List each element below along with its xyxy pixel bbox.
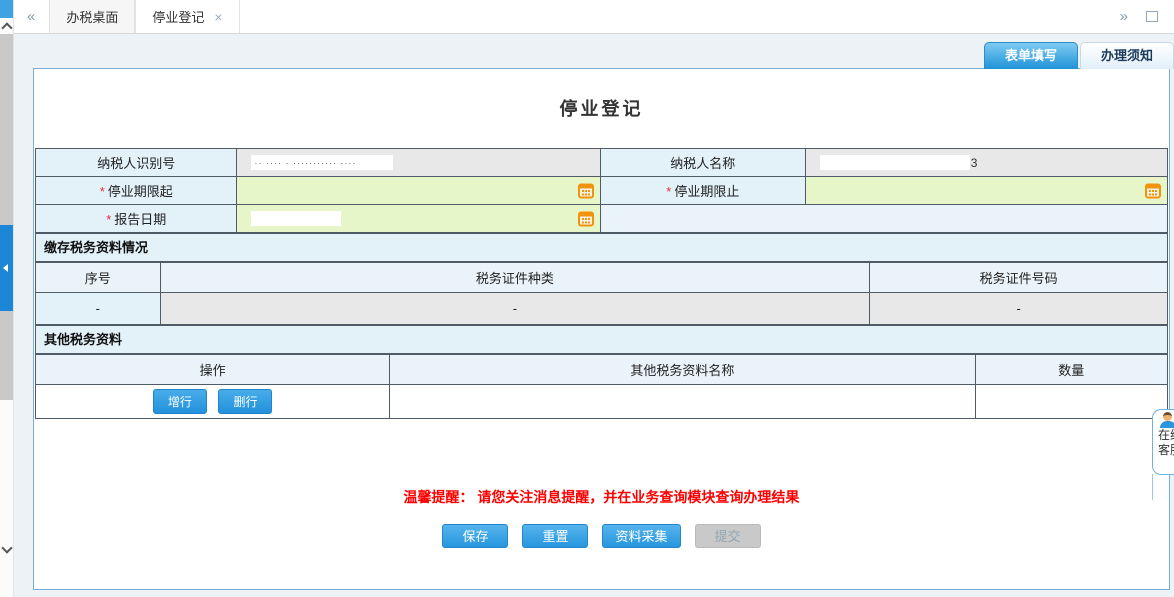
taxpayer-name-field: 3: [805, 149, 1167, 177]
cell-certificate-type: -: [160, 293, 870, 325]
table-row: - - -: [36, 293, 1168, 325]
suspend-end-label: *停业期限止: [600, 177, 805, 205]
other-section-title: 其他税务资料: [35, 325, 1168, 354]
scrollbar-thumb[interactable]: [0, 34, 13, 400]
service-label-line1: 在线: [1158, 428, 1174, 443]
page-title: 停业登记: [34, 97, 1169, 122]
scroll-up-icon[interactable]: [1, 22, 12, 33]
service-label-line2: 客服: [1158, 443, 1174, 458]
quantity-cell[interactable]: [975, 385, 1167, 419]
col-quantity: 数量: [975, 355, 1167, 385]
calendar-icon[interactable]: [578, 211, 594, 227]
table-header-row: 序号 税务证件种类 税务证件号码: [36, 263, 1168, 293]
tab-strip-spacer: [240, 0, 1106, 33]
online-service-widget[interactable]: 在线 客服: [1152, 409, 1174, 475]
reminder-text: 温馨提醒： 请您关注消息提醒，并在业务查询模块查询办理结果: [34, 487, 1169, 507]
tab-suspension-registration[interactable]: 停业登记 ×: [135, 0, 239, 33]
table-row: *停业期限起 *停业期限止: [36, 177, 1168, 205]
submit-button: 提交: [695, 524, 761, 548]
action-buttons: 保存 重置 资料采集 提交: [34, 524, 1169, 548]
operation-cell: 增行 删行: [36, 385, 390, 419]
table-row: 增行 删行: [36, 385, 1168, 419]
left-top-accent: [0, 0, 13, 18]
required-mark: *: [106, 212, 111, 227]
empty-cell: [600, 205, 1167, 233]
redacted-value: [820, 155, 970, 170]
form-block: 纳税人识别号 ·· ···· · ··········· ···· 纳税人名称 …: [35, 148, 1168, 419]
tab-label: 办税桌面: [66, 7, 118, 26]
calendar-icon[interactable]: [1145, 183, 1161, 199]
col-certificate-type: 税务证件种类: [160, 263, 870, 293]
tab-handling-notice[interactable]: 办理须知: [1080, 42, 1174, 69]
report-date-label: *报告日期: [36, 205, 237, 233]
table-row: 纳税人识别号 ·· ···· · ··········· ···· 纳税人名称 …: [36, 149, 1168, 177]
service-widget-tail: [1152, 474, 1153, 500]
tab-form-fill[interactable]: 表单填写: [984, 42, 1078, 69]
redacted-value: [251, 211, 341, 226]
scroll-down-icon[interactable]: [1, 542, 12, 553]
save-button[interactable]: 保存: [442, 524, 508, 548]
view-tabs: 表单填写 办理须知: [984, 42, 1174, 69]
deposit-section-title: 缴存税务资料情况: [35, 233, 1168, 262]
delete-row-button[interactable]: 删行: [218, 389, 272, 414]
form-panel: 停业登记 纳税人识别号 ·· ···· · ··········· ···· 纳…: [33, 68, 1170, 590]
other-doc-name-cell[interactable]: [390, 385, 975, 419]
close-icon[interactable]: ×: [214, 9, 222, 25]
required-mark: *: [666, 184, 671, 199]
add-row-button[interactable]: 增行: [153, 389, 207, 414]
taxpayer-id-field: ·· ···· · ··········· ····: [237, 149, 600, 177]
taxpayer-info-table: 纳税人识别号 ·· ···· · ··········· ···· 纳税人名称 …: [35, 148, 1168, 233]
report-date-field[interactable]: [237, 205, 600, 233]
suspend-end-field[interactable]: [805, 177, 1167, 205]
suspend-start-field[interactable]: [237, 177, 600, 205]
collect-data-button[interactable]: 资料采集: [602, 524, 680, 548]
tab-tax-desktop[interactable]: 办税桌面: [49, 0, 135, 33]
customer-service-avatar-icon: [1159, 412, 1174, 428]
collapse-left-arrow-icon: [3, 264, 8, 272]
col-seq-no: 序号: [36, 263, 161, 293]
col-certificate-no: 税务证件号码: [870, 263, 1168, 293]
sidebar-collapse-handle[interactable]: [0, 225, 13, 311]
deposit-documents-table: 序号 税务证件种类 税务证件号码 - - -: [35, 262, 1168, 325]
table-row: *报告日期: [36, 205, 1168, 233]
table-header-row: 操作 其他税务资料名称 数量: [36, 355, 1168, 385]
maximize-icon[interactable]: [1146, 11, 1158, 22]
cell-seq-no: -: [36, 293, 161, 325]
suspend-start-label: *停业期限起: [36, 177, 237, 205]
tab-label: 停业登记: [152, 7, 204, 26]
col-operation: 操作: [36, 355, 390, 385]
other-documents-table: 操作 其他税务资料名称 数量 增行 删行: [35, 354, 1168, 419]
tabs-scroll-left-icon[interactable]: «: [13, 8, 49, 25]
taxpayer-id-label: 纳税人识别号: [36, 149, 237, 177]
top-tab-strip: « 办税桌面 停业登记 × »: [13, 0, 1174, 34]
reset-button[interactable]: 重置: [522, 524, 588, 548]
left-edge-strip: [0, 0, 14, 597]
required-mark: *: [100, 184, 105, 199]
calendar-icon[interactable]: [578, 183, 594, 199]
redacted-value: ·· ···· · ··········· ····: [251, 155, 393, 170]
cell-certificate-no: -: [870, 293, 1168, 325]
taxpayer-name-label: 纳税人名称: [600, 149, 805, 177]
tabs-scroll-right-icon[interactable]: »: [1106, 8, 1142, 25]
col-other-doc-name: 其他税务资料名称: [390, 355, 975, 385]
name-visible-suffix: 3: [971, 156, 978, 170]
